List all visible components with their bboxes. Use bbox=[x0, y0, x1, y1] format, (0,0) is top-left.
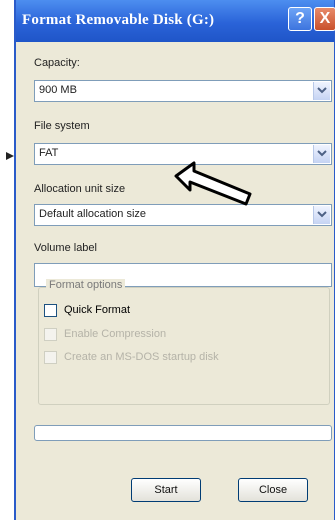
quick-format-label[interactable]: Quick Format bbox=[64, 304, 130, 316]
chevron-down-icon[interactable] bbox=[313, 206, 330, 224]
help-button[interactable]: ? bbox=[288, 7, 312, 31]
title-bar: Format Removable Disk (G:) ? X bbox=[16, 0, 335, 42]
start-button[interactable]: Start bbox=[131, 478, 201, 502]
volume-label-label: Volume label bbox=[34, 242, 97, 254]
capacity-value: 900 MB bbox=[39, 84, 77, 96]
allocation-label: Allocation unit size bbox=[34, 183, 126, 195]
format-options-title: Format options bbox=[46, 279, 126, 291]
dialog-title: Format Removable Disk (G:) bbox=[22, 12, 215, 28]
capacity-dropdown[interactable]: 900 MB bbox=[34, 80, 332, 102]
close-window-button[interactable]: X bbox=[314, 7, 335, 31]
enable-compression-checkbox bbox=[44, 328, 57, 341]
edge-marker-icon bbox=[6, 152, 14, 160]
file-system-value: FAT bbox=[39, 147, 59, 159]
format-dialog: Format Removable Disk (G:) ? X Capacity:… bbox=[14, 0, 335, 520]
quick-format-checkbox[interactable] bbox=[44, 304, 57, 317]
format-progress-bar bbox=[34, 425, 332, 441]
create-msdos-label: Create an MS-DOS startup disk bbox=[64, 351, 219, 363]
pointer-arrow-icon bbox=[174, 161, 252, 206]
create-msdos-checkbox bbox=[44, 351, 57, 364]
file-system-label: File system bbox=[34, 120, 90, 132]
chevron-down-icon[interactable] bbox=[313, 145, 330, 163]
allocation-value: Default allocation size bbox=[39, 208, 147, 220]
close-button[interactable]: Close bbox=[238, 478, 308, 502]
enable-compression-label: Enable Compression bbox=[64, 328, 167, 340]
capacity-label: Capacity: bbox=[34, 57, 80, 69]
chevron-down-icon[interactable] bbox=[313, 82, 330, 100]
